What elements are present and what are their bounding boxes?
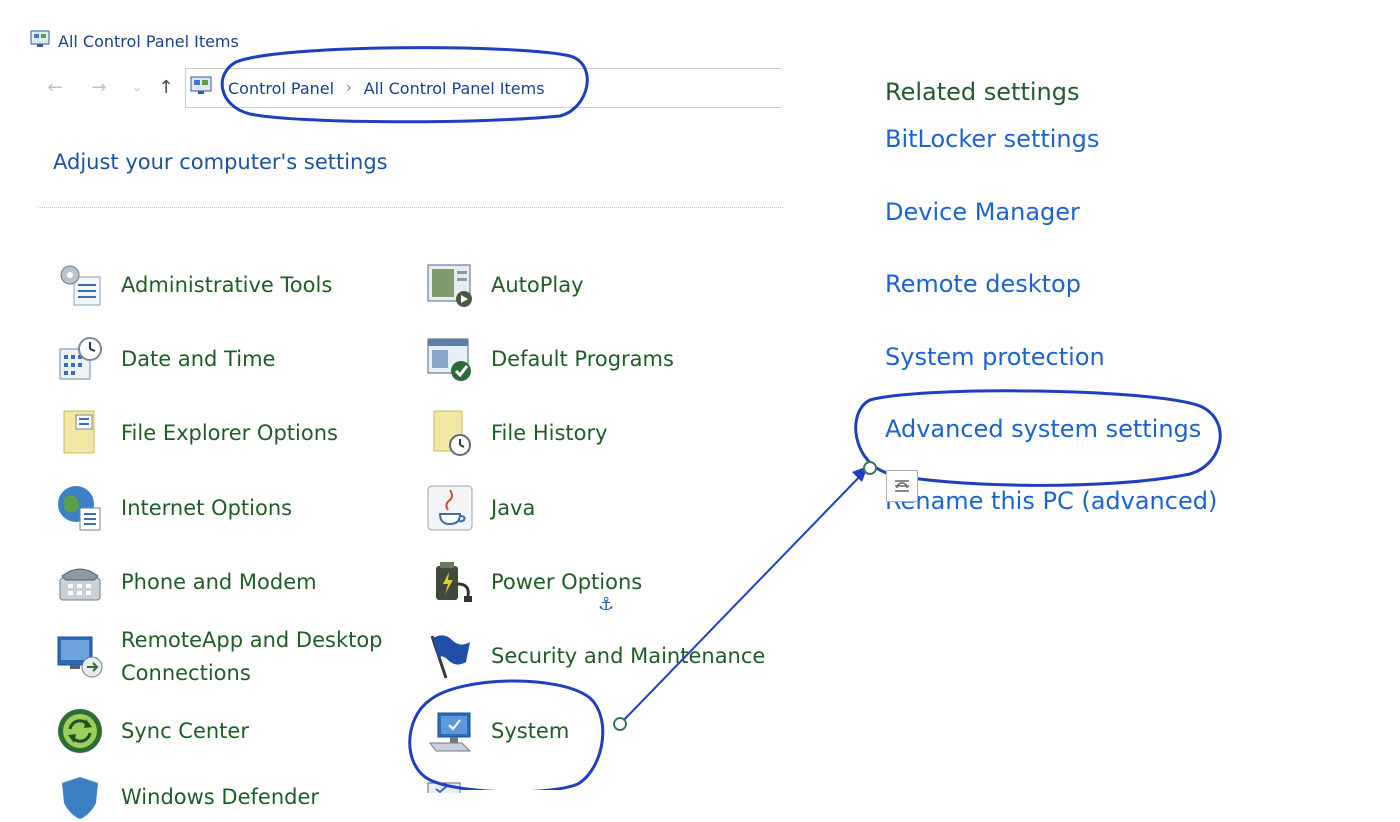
window-title: All Control Panel Items [58,31,239,51]
item-label: Date and Time [121,346,276,371]
link-rename-this-pc[interactable]: Rename this PC (advanced) [885,487,1217,515]
breadcrumb-control-panel[interactable]: Control Panel [228,79,334,98]
related-settings-heading: Related settings [885,78,1080,106]
item-file-history[interactable]: File History [425,408,608,458]
annotation-arrowhead [852,466,868,482]
address-bar[interactable]: Control Panel › All Control Panel Items [185,68,781,108]
item-system[interactable]: System [425,706,569,756]
item-label: RemoteApp and Desktop Connections [121,628,383,685]
breadcrumb-separator-icon: › [346,80,352,96]
link-advanced-system-settings[interactable]: Advanced system settings [885,415,1201,443]
link-remote-desktop[interactable]: Remote desktop [885,270,1081,298]
item-phone-and-modem[interactable]: Phone and Modem [55,557,317,607]
related-settings-panel: Related settings BitLocker settings Devi… [885,72,1305,515]
item-security-and-maintenance[interactable]: Security and Maintenance [425,631,765,681]
item-label: Default Programs [491,346,674,371]
autoplay-icon [425,260,475,310]
item-file-explorer-options[interactable]: File Explorer Options [55,408,338,458]
default-programs-icon [425,334,475,384]
item-windows-defender[interactable]: Windows Defender [55,772,319,822]
item-administrative-tools[interactable]: Administrative Tools [55,260,332,310]
arrow-left-icon: ← [47,76,63,98]
link-device-manager[interactable]: Device Manager [885,198,1080,226]
item-java[interactable]: Java [425,483,535,533]
anchor-icon: ⚓ [598,594,615,615]
phone-modem-icon [55,557,105,607]
item-label: Windows Defender [121,784,320,809]
item-label: System [491,718,570,743]
breadcrumb-all-items[interactable]: All Control Panel Items [364,79,545,98]
annotation-arrow-start-dot [613,717,627,731]
system-monitor-icon [425,706,475,756]
control-panel-icon [30,30,50,52]
sync-center-icon [55,706,105,756]
administrative-tools-icon [55,260,105,310]
list-item-icon-partial [426,778,462,797]
back-button[interactable]: ← [42,74,68,100]
divider [38,207,783,208]
control-panel-icon [190,76,212,100]
item-remoteapp-and-desktop-connections[interactable]: RemoteApp and Desktop Connections [55,624,401,690]
item-date-and-time[interactable]: Date and Time [55,334,275,384]
item-label: Administrative Tools [121,272,333,297]
arrow-up-icon: ↑ [158,76,174,98]
item-sync-center[interactable]: Sync Center [55,706,249,756]
item-label: Java [491,495,536,520]
windows-defender-icon [55,772,105,822]
item-label: Security and Maintenance [491,643,766,668]
java-icon [425,483,475,533]
file-explorer-options-icon [55,408,105,458]
pin-icon[interactable] [886,470,918,502]
file-history-icon [425,408,475,458]
annotation-arrow-line [619,469,867,725]
up-button[interactable]: ↑ [153,74,179,100]
navigation-bar: ← → ⌄ ↑ Control Panel › All Control Pane… [40,68,785,108]
item-label: Sync Center [121,718,249,743]
security-maintenance-flag-icon [425,631,475,681]
forward-button[interactable]: → [86,74,112,100]
recent-locations-button[interactable]: ⌄ [124,74,150,100]
date-time-icon [55,334,105,384]
link-bitlocker-settings[interactable]: BitLocker settings [885,125,1099,153]
item-default-programs[interactable]: Default Programs [425,334,674,384]
item-internet-options[interactable]: Internet Options [55,483,292,533]
item-label: File Explorer Options [121,420,338,445]
power-options-icon [425,557,475,607]
item-label: AutoPlay [491,272,584,297]
arrow-right-icon: → [91,76,107,98]
window-title-bar: All Control Panel Items [30,30,239,52]
item-label: Phone and Modem [121,569,317,594]
item-label: Power Options [491,569,643,594]
chevron-down-icon: ⌄ [131,80,143,94]
item-autoplay[interactable]: AutoPlay [425,260,584,310]
annotation-arrow-end-dot [863,461,877,475]
internet-options-icon [55,483,105,533]
page-title: Adjust your computer's settings [53,150,388,174]
link-system-protection[interactable]: System protection [885,343,1105,371]
remoteapp-icon [55,630,105,680]
item-label: File History [491,420,608,445]
item-label: Internet Options [121,495,293,520]
